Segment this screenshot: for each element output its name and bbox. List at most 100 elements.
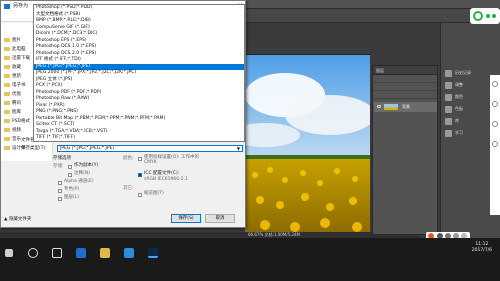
folder-icon	[4, 73, 10, 78]
layer-row[interactable]: 背景	[374, 102, 437, 112]
layers-lock-row[interactable]	[373, 91, 437, 99]
folder-icon	[4, 64, 10, 69]
wifi-widget[interactable]	[470, 8, 500, 24]
layers-tab[interactable]: 图层	[373, 66, 437, 75]
thumbnail-checkbox[interactable]	[138, 193, 142, 197]
format-dropdown-list[interactable]: Photoshop (*.PSD;*.PDD) 大型文档格式 (*.PSB) BMP…	[33, 4, 245, 142]
proof-checkbox[interactable]	[138, 157, 142, 161]
nav-item[interactable]: 腾讯	[4, 100, 21, 108]
dock-label: 调整	[455, 82, 463, 87]
folder-icon	[4, 82, 10, 87]
nav-item[interactable]: 收藏	[4, 64, 21, 72]
folder-icon	[4, 46, 10, 51]
spot-checkbox[interactable]	[58, 189, 62, 193]
save-type-select[interactable]: JPEG (*.JPG;*.JPEG;*.JPE) ▼	[57, 145, 243, 152]
explorer-icon[interactable]	[100, 248, 110, 258]
side-toolbar[interactable]	[490, 75, 500, 215]
side-button-icon[interactable]	[492, 141, 498, 147]
as-copy-label: 作为副本(Y)	[74, 163, 99, 168]
nav-item[interactable]: PSD格式	[4, 118, 30, 126]
nav-item[interactable]: 更新	[4, 73, 21, 81]
clock-date: 2017/7/6	[471, 248, 492, 253]
swatches-icon	[445, 105, 452, 113]
thumbnail-label: 缩览图(T)	[144, 191, 164, 196]
nav-item[interactable]: 电子书	[4, 82, 26, 90]
folder-icon	[4, 145, 10, 150]
dialog-title-text: 另存为	[13, 3, 29, 9]
document-tab-bar[interactable]	[245, 46, 370, 55]
side-button-icon[interactable]	[492, 81, 498, 87]
search-icon[interactable]	[28, 248, 38, 258]
folder-icon	[4, 37, 10, 42]
folder-icon	[4, 136, 10, 141]
wifi-indicator	[492, 14, 496, 18]
dock-label: 学习	[455, 130, 463, 135]
savetype-label: 保存类型(T):	[21, 146, 47, 151]
side-button-icon[interactable]	[492, 121, 498, 127]
format-option[interactable]: 多图片格式 (*.MPO)	[34, 142, 244, 143]
nav-label: PSD格式	[12, 119, 31, 124]
save-as-dialog[interactable]: 另存为 ✕ 图片 此电脑 迅雷下载 收藏 更新 电子书 优盘 腾讯 图库 PSD…	[0, 0, 246, 228]
dock-label: 库	[455, 118, 459, 123]
notes-label: 注释(N)	[74, 171, 90, 176]
folder-icon	[4, 118, 10, 123]
alpha-checkbox[interactable]	[58, 181, 62, 185]
wifi-icon	[473, 11, 483, 21]
alpha-label: Alpha 通道(E)	[64, 179, 94, 184]
nav-label: 优盘	[12, 92, 21, 97]
layers-label: 图层(L)	[64, 195, 80, 200]
hide-folders-toggle[interactable]: ▲ 隐藏文件夹	[4, 216, 31, 223]
layer-name: 背景	[402, 104, 410, 109]
adjust-icon	[445, 81, 452, 89]
nav-label: 音乐	[12, 137, 21, 142]
photoshop-taskbar-icon[interactable]	[148, 248, 158, 258]
nav-label: 迅雷下载	[12, 56, 30, 61]
color-icon	[445, 93, 452, 101]
nav-item[interactable]: 图库	[4, 109, 21, 117]
start-icon[interactable]	[5, 249, 13, 257]
folder-icon	[4, 127, 10, 132]
layers-panel[interactable]: 图层 背景	[372, 65, 438, 235]
store-icon[interactable]	[124, 248, 134, 258]
side-button-icon[interactable]	[492, 101, 498, 107]
icc-checkbox[interactable]	[138, 173, 142, 177]
nav-label: 图库	[12, 110, 21, 115]
nav-item[interactable]: 此电脑	[4, 46, 26, 54]
nav-label: 更新	[12, 74, 21, 79]
store-label: 存储:	[53, 164, 64, 169]
wifi-indicator	[486, 14, 490, 18]
save-button[interactable]: 保存(S)	[171, 214, 201, 223]
notes-checkbox[interactable]	[68, 173, 72, 177]
save-type-value: JPEG (*.JPG;*.JPEG;*.JPE)	[60, 146, 115, 151]
nav-item[interactable]: 优盘	[4, 91, 21, 99]
task-view-icon[interactable]	[52, 248, 62, 258]
nav-label: 图片	[12, 38, 21, 43]
nav-item[interactable]: 音乐	[4, 136, 21, 144]
nav-label: 电子书	[12, 83, 26, 88]
layer-thumbnail	[384, 104, 398, 110]
as-copy-checkbox[interactable]	[68, 165, 72, 169]
edge-icon[interactable]	[76, 248, 86, 258]
dock-label: 颜色	[455, 94, 463, 99]
clock[interactable]: 11:12 2017/7/6	[472, 242, 492, 254]
proof-setup-label: 使用校样设置(O): 工作中的 CMYK	[144, 155, 199, 165]
document-canvas[interactable]	[245, 55, 370, 235]
icc-value: sRGB IEC61966-2.1	[144, 177, 188, 182]
history-icon	[445, 69, 452, 77]
nav-label: 视频	[12, 128, 21, 133]
folder-icon	[4, 109, 10, 114]
nav-label: 此电脑	[12, 47, 26, 52]
cancel-button[interactable]: 取消	[205, 214, 235, 223]
nav-item[interactable]: 迅雷下载	[4, 55, 30, 63]
layers-filter-row[interactable]	[373, 75, 437, 83]
screen: 66.67% 文档:1.00M/5.24M 图层 背景 历史记录 调整 颜色 色…	[0, 0, 500, 281]
eye-icon[interactable]	[377, 105, 381, 108]
layers-mode-row[interactable]	[373, 83, 437, 91]
learn-icon	[445, 129, 452, 137]
nav-item[interactable]: 图片	[4, 37, 21, 45]
dock-label: 历史记录	[455, 70, 471, 75]
layers-checkbox[interactable]	[58, 197, 62, 201]
windows-taskbar[interactable]: 11:12 2017/7/6	[0, 238, 500, 281]
nav-item[interactable]: 视频	[4, 127, 21, 135]
folder-icon	[4, 91, 10, 96]
